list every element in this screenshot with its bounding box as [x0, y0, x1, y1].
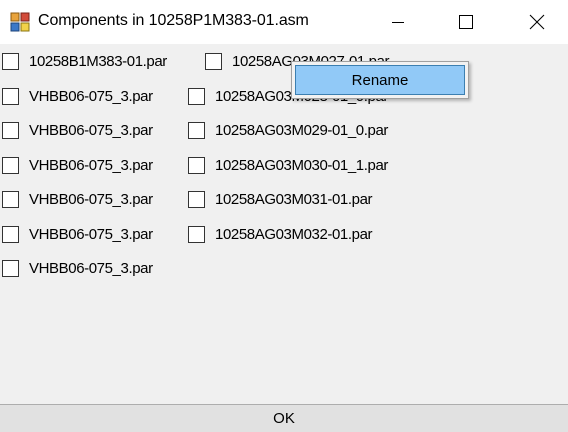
checkbox[interactable] [188, 121, 205, 139]
components-app-icon [10, 12, 30, 32]
title-bar: Components in 10258P1M383-01.asm [0, 0, 568, 44]
minimize-button[interactable] [375, 0, 421, 44]
component-checkbox-item[interactable]: VHBB06-075_3.par [2, 189, 153, 209]
checkbox[interactable] [188, 87, 205, 105]
component-label: VHBB06-075_3.par [29, 225, 153, 243]
component-label: VHBB06-075_3.par [29, 121, 153, 139]
component-checkbox-item[interactable]: 10258AG03M030-01_1.par [188, 155, 388, 175]
checkbox[interactable] [2, 190, 19, 208]
checkbox[interactable] [2, 87, 19, 105]
rename-menu-item[interactable]: Rename [295, 65, 465, 95]
component-checkbox-item[interactable]: 10258AG03M029-01_0.par [188, 120, 388, 140]
checkbox[interactable] [2, 225, 19, 243]
checkbox[interactable] [2, 259, 19, 277]
component-label: 10258AG03M032-01.par [215, 225, 373, 243]
component-checkbox-item[interactable]: VHBB06-075_3.par [2, 120, 153, 140]
maximize-icon [459, 15, 473, 29]
checkbox[interactable] [188, 225, 205, 243]
context-menu: Rename [291, 61, 469, 99]
component-label: VHBB06-075_3.par [29, 259, 153, 277]
ok-button[interactable]: OK [0, 404, 568, 432]
component-label: VHBB06-075_3.par [29, 87, 153, 105]
close-icon [529, 14, 545, 30]
component-label: VHBB06-075_3.par [29, 156, 153, 174]
component-checkbox-item[interactable]: VHBB06-075_3.par [2, 224, 153, 244]
checkbox[interactable] [188, 190, 205, 208]
component-label: VHBB06-075_3.par [29, 190, 153, 208]
component-label: 10258AG03M030-01_1.par [215, 156, 389, 174]
checkbox[interactable] [2, 121, 19, 139]
checkbox[interactable] [2, 52, 19, 70]
close-button[interactable] [514, 0, 560, 44]
component-label: 10258AG03M031-01.par [215, 190, 373, 208]
component-checkbox-item[interactable]: 10258AG03M031-01.par [188, 189, 373, 209]
component-checkbox-item[interactable]: VHBB06-075_3.par [2, 258, 153, 278]
maximize-button[interactable] [443, 0, 489, 44]
component-checkbox-item[interactable]: 10258B1M383-01.par [2, 51, 167, 71]
component-checkbox-item[interactable]: VHBB06-075_3.par [2, 86, 153, 106]
minimize-icon [392, 22, 404, 23]
component-label: 10258B1M383-01.par [29, 52, 167, 70]
component-checkbox-item[interactable]: 10258AG03M032-01.par [188, 224, 373, 244]
window-title: Components in 10258P1M383-01.asm [38, 12, 309, 29]
component-checkbox-item[interactable]: VHBB06-075_3.par [2, 155, 153, 175]
checkbox[interactable] [188, 156, 205, 174]
component-label: 10258AG03M029-01_0.par [215, 121, 389, 139]
checkbox[interactable] [205, 52, 222, 70]
checkbox[interactable] [2, 156, 19, 174]
